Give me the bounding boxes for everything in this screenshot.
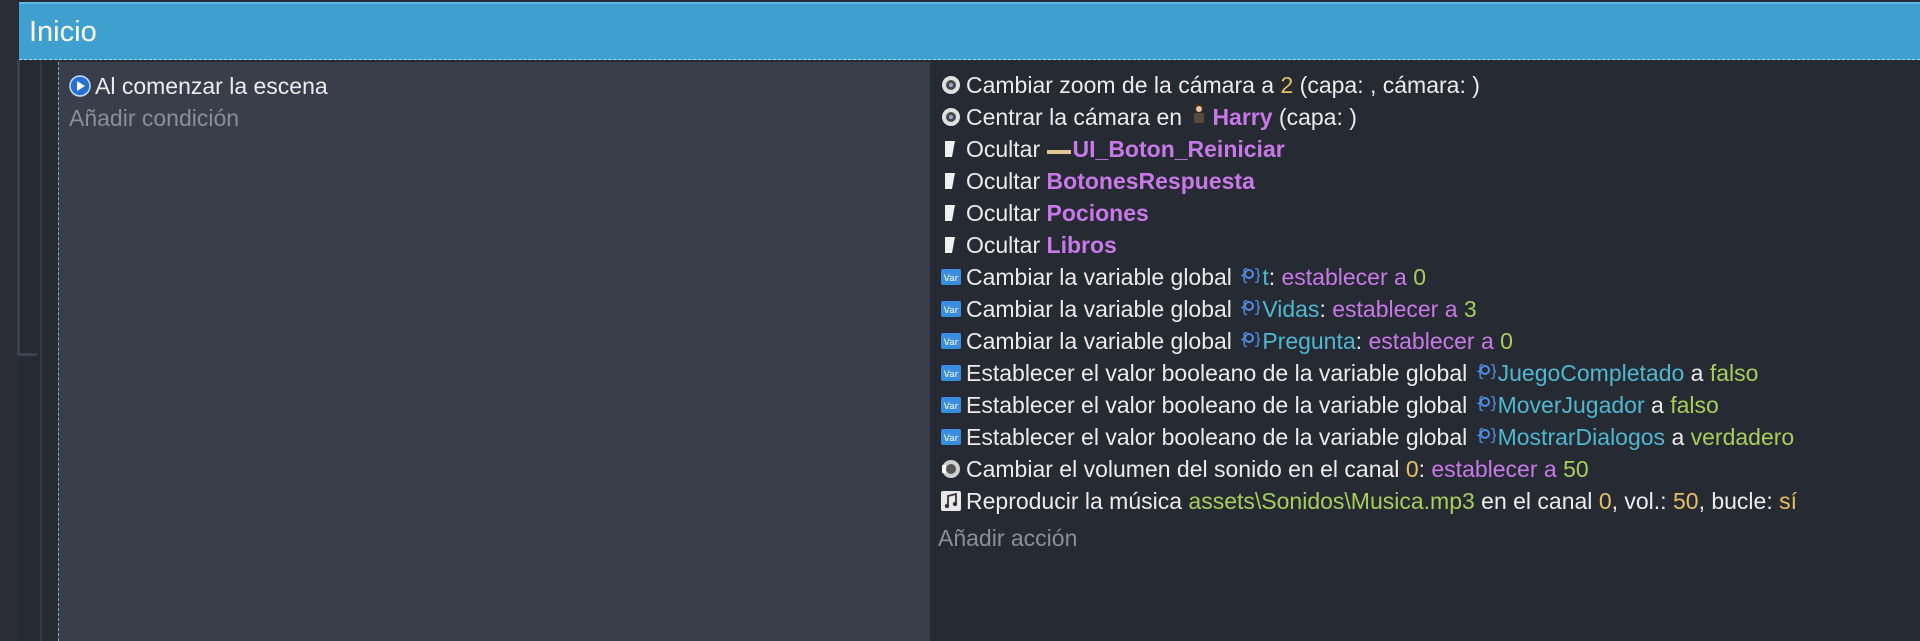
action-change-sound-volume[interactable]: Cambiar el volumen del sonido en el cana… xyxy=(940,451,1589,487)
svg-text:Var: Var xyxy=(944,434,959,444)
variable-icon: Var xyxy=(940,426,962,448)
tree-line xyxy=(17,60,20,356)
svg-text:}: } xyxy=(1489,425,1496,444)
action-change-global-variable[interactable]: VarCambiar la variable global {}Pregunta… xyxy=(940,323,1513,359)
camera-icon xyxy=(940,74,962,96)
action-play-music[interactable]: Reproducir la música assets\Sonidos\Musi… xyxy=(940,483,1797,519)
svg-text:}: } xyxy=(1489,393,1496,412)
object-name: Harry xyxy=(1212,104,1273,130)
svg-text:}: } xyxy=(1253,297,1260,316)
variable-icon: Var xyxy=(940,394,962,416)
comment-header[interactable]: Inicio xyxy=(19,2,1920,60)
action-set-boolean-variable[interactable]: Var Establecer el valor booleano de la va… xyxy=(940,419,1794,455)
music-icon xyxy=(940,490,962,512)
object-name: UI_Boton_Reiniciar xyxy=(1072,136,1285,162)
svg-text:}: } xyxy=(1253,265,1260,284)
actions-panel[interactable]: Cambiar zoom de la cámara a 2 (capa: , c… xyxy=(930,62,1920,641)
play-circle-icon xyxy=(69,75,91,97)
action-set-boolean-variable[interactable]: Var Establecer el valor booleano de la va… xyxy=(940,355,1758,391)
operator: establecer a xyxy=(1431,456,1557,482)
variable-name: Pregunta xyxy=(1262,328,1356,354)
variable-icon: Var xyxy=(940,266,962,288)
action-change-global-variable[interactable]: VarCambiar la variable global {}Vidas: e… xyxy=(940,291,1477,327)
global-variable-icon: {} xyxy=(1238,323,1263,359)
action-hide-object[interactable]: Ocultar Libros xyxy=(940,227,1117,263)
action-hide-object[interactable]: Ocultar UI_Boton_Reiniciar xyxy=(940,131,1285,167)
hide-object-icon xyxy=(940,138,962,160)
global-variable-icon: {} xyxy=(1238,259,1263,295)
tree-line-tick xyxy=(17,353,37,356)
svg-text:Var: Var xyxy=(944,306,959,316)
event-block[interactable]: Al comenzar la escena Añadir condición C… xyxy=(40,62,1920,641)
variable-name: MoverJugador xyxy=(1497,392,1645,418)
add-condition-button[interactable]: Añadir condición xyxy=(69,100,239,136)
loop-value: sí xyxy=(1779,488,1797,514)
header-title: Inicio xyxy=(29,16,97,48)
hide-object-icon xyxy=(940,170,962,192)
global-variable-icon: {} xyxy=(1238,291,1263,327)
operator: establecer a xyxy=(1281,264,1407,290)
variable-name: JuegoCompletado xyxy=(1497,360,1685,386)
conditions-panel[interactable]: Al comenzar la escena Añadir condición xyxy=(58,62,930,641)
variable-name: Vidas xyxy=(1262,296,1320,322)
operator: establecer a xyxy=(1368,328,1494,354)
condition-scene-start[interactable]: Al comenzar la escena xyxy=(69,68,328,104)
hide-object-icon xyxy=(940,234,962,256)
action-change-global-variable[interactable]: VarCambiar la variable global {}t: estab… xyxy=(940,259,1426,295)
value: falso xyxy=(1709,360,1759,386)
action-hide-object[interactable]: Ocultar Pociones xyxy=(940,195,1149,231)
harry-sprite-icon xyxy=(1188,99,1210,135)
value: 0 xyxy=(1413,264,1426,290)
music-file: assets\Sonidos\Musica.mp3 xyxy=(1188,488,1475,514)
object-name: Libros xyxy=(1046,232,1117,258)
volume-value: 50 xyxy=(1672,488,1699,514)
tree-gutter xyxy=(0,0,37,641)
zoom-value: 2 xyxy=(1280,72,1294,98)
channel-value: 0 xyxy=(1598,488,1612,514)
action-set-boolean-variable[interactable]: Var Establecer el valor booleano de la va… xyxy=(940,387,1719,423)
value: 0 xyxy=(1500,328,1513,354)
channel-value: 0 xyxy=(1405,456,1419,482)
action-camera-zoom[interactable]: Cambiar zoom de la cámara a 2 (capa: , c… xyxy=(940,67,1480,103)
svg-text:Var: Var xyxy=(944,402,959,412)
object-name: BotonesRespuesta xyxy=(1046,168,1255,194)
variable-name: MostrarDialogos xyxy=(1497,424,1666,450)
global-variable-icon: {} xyxy=(1474,387,1499,423)
event-tree-line xyxy=(40,62,42,641)
object-name: Pociones xyxy=(1046,200,1149,226)
svg-text:Var: Var xyxy=(944,370,959,380)
svg-text:}: } xyxy=(1253,329,1260,348)
svg-text:Var: Var xyxy=(944,338,959,348)
variable-icon: Var xyxy=(940,298,962,320)
value: falso xyxy=(1670,392,1719,418)
condition-label: Al comenzar la escena xyxy=(95,73,328,99)
value: 3 xyxy=(1463,296,1477,322)
svg-text:Var: Var xyxy=(944,274,959,284)
button-object-icon xyxy=(1046,131,1071,167)
hide-object-icon xyxy=(940,202,962,224)
global-variable-icon: {} xyxy=(1474,355,1499,391)
action-center-camera[interactable]: Centrar la cámara en Harry (capa: ) xyxy=(940,99,1357,135)
value: verdadero xyxy=(1690,424,1795,450)
camera-icon xyxy=(940,106,962,128)
value: 50 xyxy=(1563,456,1589,482)
variable-icon: Var xyxy=(940,330,962,352)
svg-text:}: } xyxy=(1489,361,1496,380)
operator: establecer a xyxy=(1332,296,1458,322)
variable-icon: Var xyxy=(940,362,962,384)
add-action-button[interactable]: Añadir acción xyxy=(938,520,1077,556)
action-hide-object[interactable]: Ocultar BotonesRespuesta xyxy=(940,163,1255,199)
sound-volume-icon xyxy=(940,458,962,480)
global-variable-icon: {} xyxy=(1474,419,1499,455)
